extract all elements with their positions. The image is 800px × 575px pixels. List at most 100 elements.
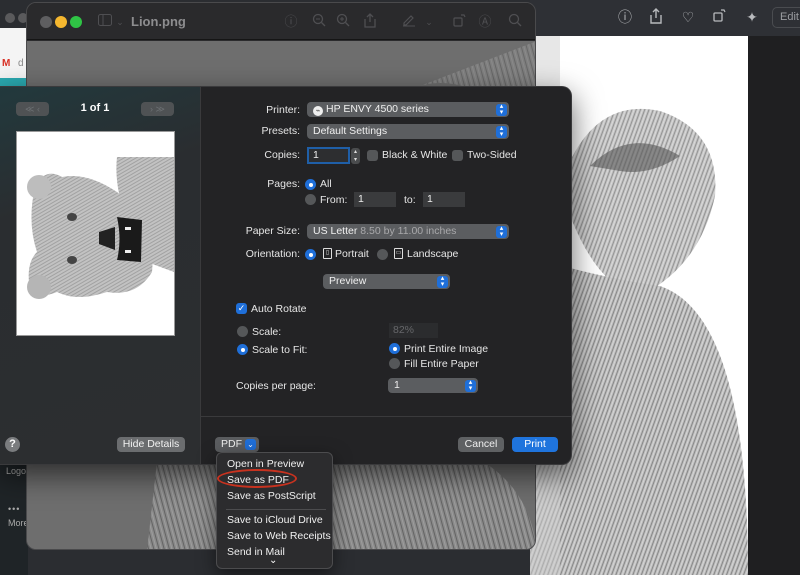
scale-to-fit-radio[interactable] [237,344,248,355]
paper-size-label: Paper Size: [245,225,300,237]
scale-radio[interactable] [237,326,248,337]
landscape-label: Landscape [407,248,459,260]
print-button[interactable]: Print [512,437,558,452]
orientation-label: Orientation: [245,248,300,260]
search-icon[interactable] [506,13,524,31]
annotate-icon[interactable]: Ⓐ [476,13,494,31]
pdf-button-label: PDF [221,438,242,450]
pages-from-input[interactable]: 1 [354,192,396,207]
background-accent-strip [0,78,28,86]
rotate-icon[interactable] [711,8,729,26]
menu-item-save-as-postscript[interactable]: Save as PostScript [227,490,316,502]
paper-size-select[interactable]: US Letter 8.50 by 11.00 inches ▴ ▾ [307,224,509,239]
scroll-down-arrow-icon[interactable]: ⌄ [269,555,277,566]
auto-rotate-checkbox[interactable]: ✓ [236,303,247,314]
window-title: Lion.png [131,14,186,29]
scale-to-fit-label: Scale to Fit: [252,344,308,356]
presets-value: Default Settings [313,125,388,137]
background-logo-label: Logo [6,466,27,476]
portrait-label: Portrait [335,248,369,260]
chevron-down-icon[interactable]: ⌄ [111,13,129,31]
annotation-highlight-oval [217,469,297,488]
markup-pen-icon[interactable] [400,13,418,31]
presets-select[interactable]: Default Settings ▴ ▾ [307,124,509,139]
menu-item-save-to-icloud-drive[interactable]: Save to iCloud Drive [227,514,323,526]
print-entire-image-radio[interactable] [389,343,400,354]
menu-item-save-to-web-receipts[interactable]: Save to Web Receipts [227,530,331,542]
menu-separator [226,509,326,510]
share-icon[interactable] [361,13,379,31]
photos-toolbar: PM ⓘ ♡ ✦ Edit [530,0,800,36]
markup-chevron-icon[interactable]: ⌄ [420,13,438,31]
black-white-label: Black & White [382,149,448,161]
pages-to-label: to: [404,194,416,206]
select-stepper-icon: ▴ ▾ [496,225,507,238]
zoom-in-icon[interactable] [334,13,352,31]
edit-button[interactable]: Edit [772,7,800,28]
background-right-panel [748,36,800,575]
landscape-radio[interactable] [377,249,388,260]
more-icon[interactable]: ••• [8,504,20,514]
printer-value: HP ENVY 4500 series [326,103,429,115]
pages-all-radio[interactable] [305,179,316,190]
minimize-button[interactable] [55,16,67,28]
next-page-buttons[interactable]: › ≫ [141,102,174,116]
copies-per-page-select[interactable]: 1 ▴ ▾ [388,378,478,393]
portrait-icon: ▯ [323,248,332,259]
paper-size-detail: 8.50 by 11.00 inches [360,225,457,237]
copies-per-page-value: 1 [394,379,400,391]
copies-stepper[interactable]: ▴ ▾ [351,148,360,164]
heart-icon[interactable]: ♡ [679,8,697,26]
info-icon[interactable]: ⓘ [282,13,300,31]
printer-select[interactable]: ⌁ HP ENVY 4500 series ▴ ▾ [307,102,509,117]
section-value: Preview [329,275,367,287]
previous-page-buttons[interactable]: ≪ ‹ [16,102,49,116]
page-preview-thumbnail [16,131,175,336]
black-white-checkbox[interactable] [367,150,378,161]
gmail-tab-text: d [18,58,24,69]
hide-details-button[interactable]: Hide Details [117,437,185,452]
dialog-divider [201,416,572,417]
select-stepper-icon: ▴ ▾ [465,379,476,392]
copies-label: Copies: [264,149,300,161]
auto-rotate-label: Auto Rotate [251,303,307,315]
cancel-button[interactable]: Cancel [458,437,504,452]
zoom-out-icon[interactable] [310,13,328,31]
chevron-down-icon: ⌄ [245,439,256,450]
portrait-radio[interactable] [305,249,316,260]
paper-size-value: US Letter [313,225,358,237]
printer-label: Printer: [266,104,300,116]
landscape-icon: ▭ [394,248,403,259]
pages-from-label: From: [320,194,348,206]
pages-to-input[interactable]: 1 [423,192,465,207]
copies-input[interactable]: 1 [307,147,350,164]
preview-titlebar: ⌄ Lion.png ⓘ ⌄ Ⓐ [27,3,535,40]
magic-wand-icon[interactable]: ✦ [743,8,761,26]
pages-from-radio[interactable] [305,194,316,205]
section-select[interactable]: Preview ▴ ▾ [323,274,450,289]
pages-label: Pages: [267,178,300,190]
copies-per-page-label: Copies per page: [236,380,316,392]
pdf-menu-button[interactable]: PDF ⌄ [215,437,259,452]
zoom-button[interactable] [70,16,82,28]
scale-input[interactable]: 82% [389,323,438,338]
rotate-icon[interactable] [451,13,469,31]
two-sided-checkbox[interactable] [452,150,463,161]
page-indicator: 1 of 1 [80,102,110,114]
close-button[interactable] [40,16,52,28]
share-icon[interactable] [647,8,665,26]
print-dialog: ≪ ‹ 1 of 1 › ≫ ? Hide Details Printer: ⌁… [0,86,572,465]
printer-icon: ⌁ [313,106,323,116]
two-sided-label: Two-Sided [467,149,517,161]
print-entire-image-label: Print Entire Image [404,343,489,355]
select-stepper-icon: ▴ ▾ [496,125,507,138]
help-button[interactable]: ? [5,437,20,452]
scale-label: Scale: [252,326,282,338]
gmail-icon[interactable]: M [2,58,10,69]
select-stepper-icon: ▴ ▾ [437,275,448,288]
menu-item-open-in-preview[interactable]: Open in Preview [227,458,304,470]
print-preview-pane: ≪ ‹ 1 of 1 › ≫ ? Hide Details [0,87,201,464]
info-icon[interactable]: ⓘ [616,8,634,26]
fill-entire-paper-radio[interactable] [389,358,400,369]
presets-label: Presets: [261,125,300,137]
